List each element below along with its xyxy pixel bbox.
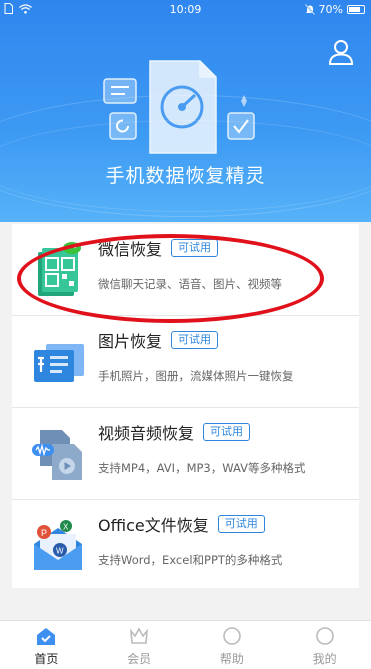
status-bar: 10:09 70% xyxy=(0,0,371,20)
battery-percent: 70% xyxy=(318,3,343,16)
item-title: 视频音频恢复 xyxy=(98,424,195,443)
hero-illustration-icon xyxy=(103,60,255,154)
item-title-row: 图片恢复 可试用 xyxy=(98,328,219,352)
bottom-tab-bar: 首页 会员 帮助 我的 xyxy=(0,620,371,669)
user-profile-icon[interactable] xyxy=(327,38,355,66)
wechat-doc-icon xyxy=(38,242,81,296)
item-description: 手机照片，图册，流媒体照片一键恢复 xyxy=(98,369,294,383)
item-title-row: 微信恢复 可试用 xyxy=(98,236,219,260)
app-title: 手机数据恢复精灵 xyxy=(105,165,266,187)
recovery-list: 微信恢复 可试用 微信聊天记录、语音、图片、视频等 图片恢复 可试用 手机照片，… xyxy=(12,224,359,588)
tab-membership[interactable]: 会员 xyxy=(93,621,186,669)
trial-badge: 可试用 xyxy=(171,331,219,349)
app-header: 10:09 70% 手机数据恢复精灵 xyxy=(0,0,371,222)
item-title: 微信恢复 xyxy=(98,240,163,259)
tab-home[interactable]: 首页 xyxy=(0,621,93,669)
tab-label: 帮助 xyxy=(219,652,244,666)
profile-icon xyxy=(315,627,334,645)
trial-badge: 可试用 xyxy=(203,423,251,441)
office-file-icon: P X W xyxy=(34,520,82,570)
item-title: Office文件恢复 xyxy=(98,516,209,535)
svg-text:X: X xyxy=(63,523,69,532)
list-item-image-recovery[interactable]: 图片恢复 可试用 手机照片，图册，流媒体照片一键恢复 xyxy=(12,316,359,408)
svg-text:P: P xyxy=(41,528,47,538)
trial-badge: 可试用 xyxy=(171,239,219,257)
crown-icon xyxy=(130,627,149,644)
video-audio-icon xyxy=(32,430,82,480)
image-icon xyxy=(34,344,84,382)
item-title: 图片恢复 xyxy=(98,332,163,351)
tab-mine[interactable]: 我的 xyxy=(278,621,371,669)
home-icon xyxy=(37,628,56,645)
item-description: 支持Word，Excel和PPT的多种格式 xyxy=(98,553,283,567)
trial-badge: 可试用 xyxy=(217,515,265,533)
tab-label: 我的 xyxy=(312,652,337,666)
item-title-row: Office文件恢复 可试用 xyxy=(98,512,265,536)
svg-text:W: W xyxy=(56,547,64,556)
tab-label: 会员 xyxy=(127,652,152,666)
tab-help[interactable]: 帮助 xyxy=(186,621,279,669)
battery-icon xyxy=(347,5,365,14)
list-item-wechat-recovery[interactable]: 微信恢复 可试用 微信聊天记录、语音、图片、视频等 xyxy=(12,224,359,316)
status-right: 70% xyxy=(304,3,365,16)
help-icon xyxy=(223,627,241,645)
list-item-office-recovery[interactable]: P X W Office文件恢复 可试用 支持Word，Excel和PPT的多种… xyxy=(12,500,359,588)
list-item-video-audio-recovery[interactable]: 视频音频恢复 可试用 支持MP4，AVI，MP3，WAV等多种格式 xyxy=(12,408,359,500)
item-description: 微信聊天记录、语音、图片、视频等 xyxy=(98,277,282,291)
mute-icon xyxy=(304,4,315,15)
item-title-row: 视频音频恢复 可试用 xyxy=(98,420,251,444)
item-description: 支持MP4，AVI，MP3，WAV等多种格式 xyxy=(98,461,306,475)
tab-label: 首页 xyxy=(34,652,59,666)
